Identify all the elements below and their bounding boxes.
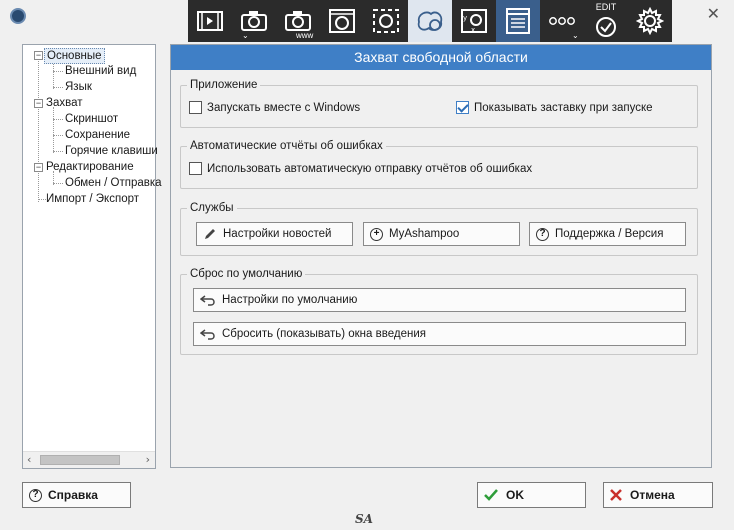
myashampoo-label: MyAshampoo [389,228,460,240]
question-circle-icon: ? [536,227,549,241]
settings-panel: Захват свободной области Приложение Запу… [170,44,712,468]
tree-item-editing[interactable]: Редактирование [46,160,134,174]
region-capture-button[interactable] [364,0,408,42]
edit-button[interactable]: EDIT [584,0,628,42]
more-dots-icon [549,17,575,25]
show-splash-label: Показывать заставку при запуске [474,101,653,114]
myashampoo-button[interactable]: + MyAshampoo [363,222,520,246]
scrolling-capture-button[interactable] [496,0,540,42]
reset-intro-windows-label: Сбросить (показывать) окна введения [222,328,426,340]
camera-icon [241,11,267,31]
screenshot-web-button[interactable]: www [276,0,320,42]
plus-circle-icon: + [370,227,383,241]
tree-item-appearance[interactable]: Внешний вид [65,64,136,78]
more-options-button[interactable]: ⌄ [540,0,584,42]
chevron-down-icon: ⌄ [242,31,249,40]
app-logo-icon [10,8,26,24]
scroll-left-icon[interactable]: ‹ [27,453,31,466]
settings-tree: − Основные Внешний вид Язык − Захват Скр… [22,44,162,469]
svg-text:x: x [471,26,475,34]
fixed-region-button[interactable]: yx [452,0,496,42]
auto-error-report-checkbox[interactable]: Использовать автоматическую отправку отч… [189,162,532,175]
window-capture-button[interactable] [320,0,364,42]
undo-arrow-icon [200,294,216,306]
application-group: Приложение Запускать вместе с Windows По… [180,78,698,128]
checkbox-box[interactable] [189,101,202,114]
tree-horizontal-scrollbar[interactable]: ‹ › [23,451,155,468]
help-label: Справка [48,488,98,502]
xy-shutter-icon: yx [461,9,487,34]
video-capture-button[interactable] [188,0,232,42]
cancel-label: Отмена [630,488,675,502]
scroll-window-icon [506,8,530,34]
collapse-icon[interactable]: − [34,51,43,60]
collapse-icon[interactable]: − [34,99,43,108]
svg-text:y: y [463,14,467,22]
close-icon [610,489,622,501]
application-group-title: Приложение [187,78,261,92]
question-circle-icon: ? [29,488,42,502]
www-label: www [296,31,314,40]
services-group-title: Службы [187,201,237,215]
checkmark-circle-icon [596,17,616,37]
checkbox-box[interactable] [189,162,202,175]
error-reports-group: Автоматические отчёты об ошибках Использ… [180,139,698,189]
support-version-label: Поддержка / Версия [555,228,664,240]
ok-button[interactable]: OK [477,482,586,508]
checkbox-box-checked[interactable] [456,101,469,114]
start-with-windows-checkbox[interactable]: Запускать вместе с Windows [189,101,360,114]
tree-item-hotkeys[interactable]: Горячие клавиши [65,144,158,158]
help-button[interactable]: ? Справка [22,482,131,508]
panel-title: Захват свободной области [171,45,711,70]
capture-toolbar: ⌄ www yx ⌄ EDIT [188,0,672,42]
undo-arrow-icon [200,328,216,340]
error-reports-group-title: Автоматические отчёты об ошибках [187,139,386,153]
brand-logo: SA [355,512,373,526]
freehand-shutter-icon [417,11,443,31]
start-with-windows-label: Запускать вместе с Windows [207,101,361,114]
camera-icon [285,11,311,31]
reset-defaults-group-title: Сброс по умолчанию [187,267,306,281]
reset-defaults-group: Сброс по умолчанию Настройки по умолчани… [180,267,698,355]
restore-defaults-label: Настройки по умолчанию [222,294,358,306]
gear-icon [636,7,664,35]
film-icon [197,11,223,31]
services-group: Службы Настройки новостей + MyAshampoo ?… [180,201,698,256]
screenshot-delay-button[interactable]: ⌄ [232,0,276,42]
edit-label: EDIT [595,2,617,12]
region-shutter-icon [373,9,399,33]
checkmark-icon [484,489,498,501]
cancel-button[interactable]: Отмена [603,482,713,508]
tree-item-saving[interactable]: Сохранение [65,128,130,142]
settings-button[interactable] [628,0,672,42]
support-version-button[interactable]: ? Поддержка / Версия [529,222,686,246]
ok-label: OK [506,488,524,502]
reset-intro-windows-button[interactable]: Сбросить (показывать) окна введения [193,322,686,346]
close-icon[interactable]: ✕ [707,4,720,23]
auto-error-report-label: Использовать автоматическую отправку отч… [207,162,533,175]
collapse-icon[interactable]: − [34,163,43,172]
restore-defaults-button[interactable]: Настройки по умолчанию [193,288,686,312]
tree-item-import-export[interactable]: Импорт / Экспорт [46,192,139,206]
tree-item-language[interactable]: Язык [65,80,92,94]
scrollbar-thumb[interactable] [40,455,120,465]
news-settings-label: Настройки новостей [223,228,332,240]
news-settings-button[interactable]: Настройки новостей [196,222,353,246]
tree-item-screenshot[interactable]: Скриншот [65,112,118,126]
pencil-icon [203,227,217,241]
show-splash-checkbox[interactable]: Показывать заставку при запуске [456,101,653,114]
tree-item-capture[interactable]: Захват [46,96,82,110]
chevron-down-icon: ⌄ [572,31,579,40]
freehand-capture-button[interactable] [408,0,452,42]
tree-item-share[interactable]: Обмен / Отправка [65,176,162,190]
scroll-right-icon[interactable]: › [146,453,150,466]
tree-item-general[interactable]: Основные [44,48,105,64]
window-shutter-icon [329,9,355,33]
